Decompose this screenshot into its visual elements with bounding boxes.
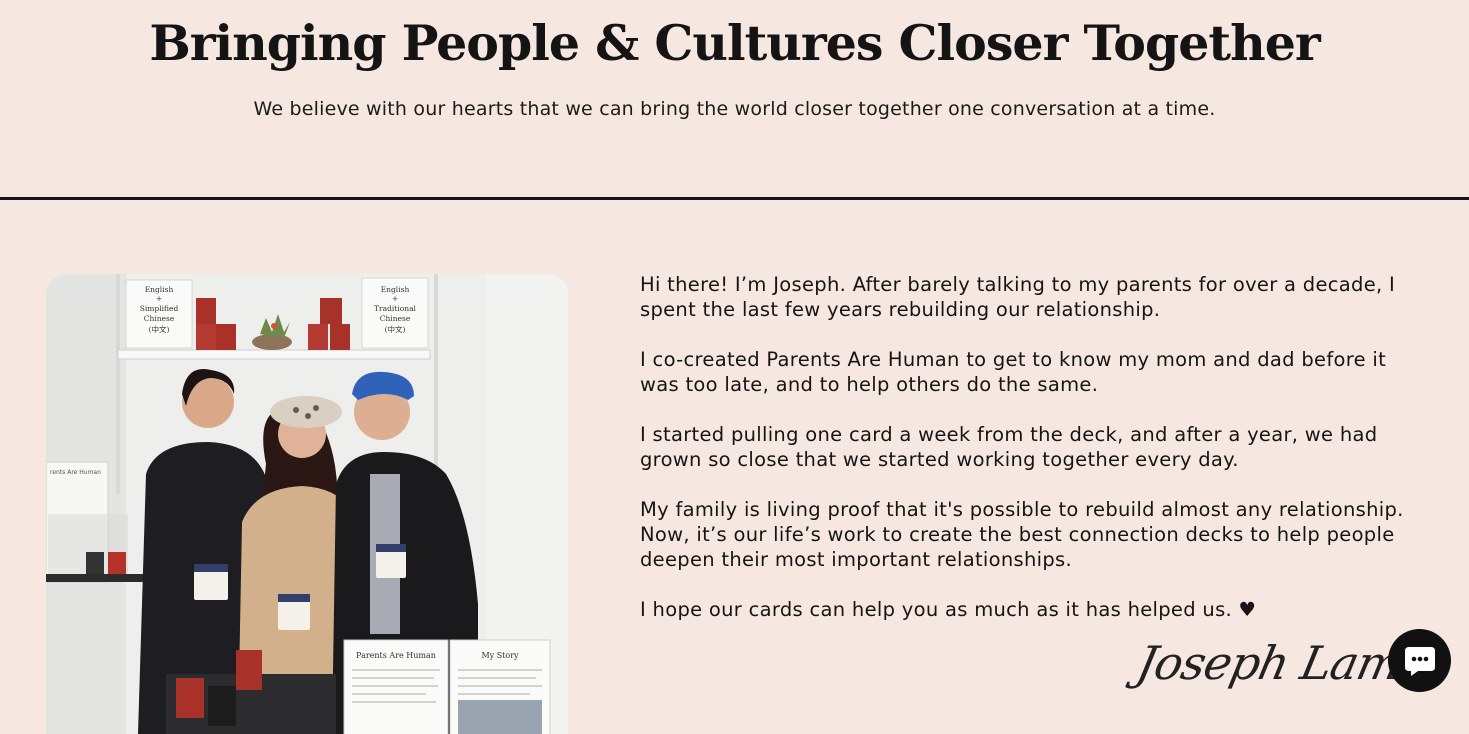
sign-left-line1: English [145,285,174,294]
sign-right-line1: English [381,285,410,294]
sign-right-line4: Chinese [380,314,411,323]
my-story-title: My Story [481,651,519,660]
hero-title: Bringing People & Cultures Closer Togeth… [149,14,1320,72]
booth-photo: English + Simplified Chinese (中文) Englis… [46,274,568,734]
chat-bubble-icon [1404,646,1435,676]
chat-button[interactable] [1388,629,1451,692]
founder-signature: Joseph Lam [1132,636,1406,690]
story-paragraph: I hope our cards can help you as much as… [640,598,1257,621]
sign-left-line5: (中文) [149,324,170,334]
sign-left-line4: Chinese [144,314,175,323]
hero-subtitle: We believe with our hearts that we can b… [253,98,1216,120]
sign-right-line2: + [392,294,398,303]
story-paragraph: I co-created Parents Are Human to get to… [640,348,1387,396]
story-paragraph: I started pulling one card a week from t… [640,423,1378,471]
sign-right-line3: Traditional [374,304,416,313]
founder-story: Hi there! I’m Joseph. After barely talki… [640,272,1420,647]
table-card-title: Parents Are Human [356,651,436,660]
section-divider [0,197,1469,200]
sign-right-line5: (中文) [385,324,406,334]
sign-left-line2: + [156,294,162,303]
side-card-text: rents Are Human [50,469,101,476]
story-paragraph: Hi there! I’m Joseph. After barely talki… [640,273,1396,321]
sign-left-line3: Simplified [140,304,179,313]
story-paragraph: My family is living proof that it's poss… [640,498,1404,571]
